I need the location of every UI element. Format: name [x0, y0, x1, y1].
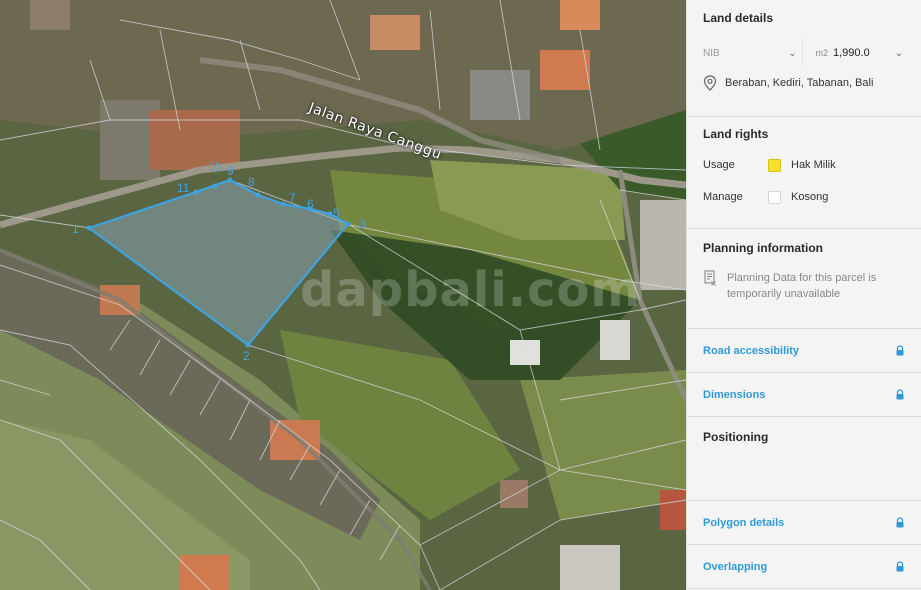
area-value: 1,990.0 — [833, 47, 870, 59]
vertex-label: 6 — [307, 197, 314, 211]
planning-information-section: Planning information Planning Data for t… — [687, 229, 921, 329]
usage-label: Usage — [703, 159, 735, 171]
positioning-section: Positioning — [687, 417, 921, 501]
land-rights-title: Land rights — [703, 127, 769, 141]
usage-color-swatch — [768, 158, 781, 172]
polygon-details-label: Polygon details — [703, 516, 785, 529]
manage-label: Manage — [703, 191, 743, 203]
dimensions-label: Dimensions — [703, 388, 766, 401]
overlapping-label: Overlapping — [703, 560, 768, 573]
lock-icon — [896, 517, 904, 528]
manage-value: Kosong — [791, 191, 829, 203]
usage-value: Hak Milik — [791, 159, 836, 171]
area-select[interactable]: m2 1,990.0 ⌄ — [815, 39, 905, 67]
lock-icon — [896, 389, 904, 400]
area-unit: m2 — [815, 48, 828, 58]
vertex-label: 3 — [359, 217, 366, 231]
planning-unavailable-message: Planning Data for this parcel is tempora… — [727, 272, 877, 300]
dimensions-row[interactable]: Dimensions — [687, 373, 921, 417]
road-accessibility-label: Road accessibility — [703, 344, 799, 357]
vertex-label: 9 — [227, 164, 234, 178]
chevron-down-icon: ⌄ — [894, 47, 904, 59]
manage-color-swatch — [768, 190, 781, 204]
vertex-label: 8 — [248, 175, 255, 189]
land-details-title: Land details — [703, 11, 774, 25]
land-rights-section: Land rights Usage Hak Milik Manage Koson… — [687, 117, 921, 229]
chevron-down-icon: ⌄ — [788, 47, 797, 59]
vertex-label: 5 — [333, 206, 340, 220]
document-unavailable-icon — [704, 270, 716, 286]
vertex-label: 7 — [289, 191, 296, 205]
parcel-info-panel: Land details NIB ⌄ m2 1,990.0 ⌄ Beraban,… — [686, 0, 921, 590]
vertex-label: 10 — [208, 160, 222, 174]
positioning-title: Positioning — [703, 430, 769, 444]
location-pin-icon — [703, 75, 717, 91]
lock-icon — [896, 345, 904, 356]
vertex-label: 11 — [177, 181, 190, 195]
lock-icon — [896, 561, 904, 572]
vertex-label: 1 — [72, 222, 79, 236]
nib-select[interactable]: NIB ⌄ — [703, 39, 804, 67]
land-details-section: Land details NIB ⌄ m2 1,990.0 ⌄ Beraban,… — [687, 0, 921, 117]
road-accessibility-row[interactable]: Road accessibility — [687, 329, 921, 373]
polygon-details-row[interactable]: Polygon details — [687, 501, 921, 545]
satellite-imagery — [0, 0, 686, 590]
vertex-label: 2 — [243, 349, 250, 363]
satellite-map[interactable]: Jalan Raya Canggu dapbali.com 1 2 3 5 6 … — [0, 0, 686, 590]
planning-title: Planning information — [703, 241, 823, 255]
nib-placeholder: NIB — [703, 47, 720, 59]
overlapping-row[interactable]: Overlapping — [687, 545, 921, 589]
location-text: Beraban, Kediri, Tabanan, Bali — [725, 77, 874, 89]
